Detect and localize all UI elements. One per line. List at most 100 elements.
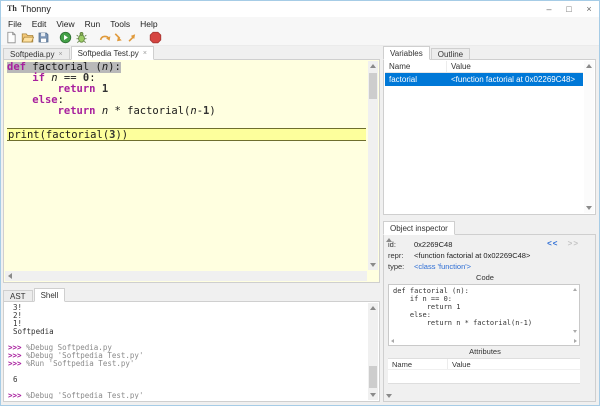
save-icon[interactable] bbox=[37, 31, 50, 44]
menu-item-edit[interactable]: Edit bbox=[27, 19, 52, 29]
minimize-button[interactable]: – bbox=[539, 1, 559, 17]
variables-table-header: NameValue bbox=[385, 61, 583, 73]
editor-vertical-scrollbar[interactable] bbox=[368, 61, 378, 270]
inspector-field: type:<class 'function'> bbox=[388, 261, 582, 272]
close-icon[interactable]: × bbox=[143, 50, 147, 57]
editor-column: Softpedia.py× Softpedia Test.py × def fact… bbox=[3, 46, 380, 402]
tab-label: Object inspector bbox=[390, 224, 448, 233]
editor-line: print(factorial(3)) bbox=[7, 128, 366, 141]
inspector-navigation: << >> bbox=[547, 239, 579, 248]
variable-name: factorial bbox=[385, 73, 447, 86]
menu-item-view[interactable]: View bbox=[51, 19, 79, 29]
main-area: Softpedia.py× Softpedia Test.py × def fact… bbox=[1, 46, 599, 405]
debug-icon[interactable] bbox=[75, 31, 88, 44]
editor-horizontal-scrollbar[interactable] bbox=[5, 271, 367, 281]
window-controls: – □ × bbox=[539, 1, 599, 17]
scroll-down-icon[interactable] bbox=[573, 330, 577, 333]
menu-item-tools[interactable]: Tools bbox=[105, 19, 135, 29]
forward-icon[interactable]: >> bbox=[568, 239, 579, 248]
attributes-table-body bbox=[388, 370, 580, 383]
attributes-table-header: Name Value bbox=[388, 359, 580, 370]
scroll-down-icon[interactable] bbox=[370, 263, 376, 267]
step-out-icon[interactable] bbox=[125, 31, 138, 44]
shell-vertical-scrollbar[interactable] bbox=[368, 303, 378, 400]
attributes-column-name: Name bbox=[388, 359, 448, 369]
code-editor[interactable]: def factorial (n): if n == 0: return 1 e… bbox=[7, 62, 366, 270]
close-button[interactable]: × bbox=[579, 1, 599, 17]
code-editor-panel: def factorial (n): if n == 0: return 1 e… bbox=[3, 59, 380, 283]
inspector-field-value[interactable]: <class 'function'> bbox=[414, 262, 471, 271]
new-file-icon[interactable] bbox=[5, 31, 18, 44]
scroll-down-icon[interactable] bbox=[586, 206, 592, 210]
step-into-icon[interactable] bbox=[112, 31, 125, 44]
menu-item-help[interactable]: Help bbox=[135, 19, 162, 29]
tab-label: AST bbox=[10, 292, 26, 301]
attributes-table: Name Value bbox=[388, 358, 580, 384]
shell-output-text: Softpedia bbox=[8, 327, 54, 336]
scroll-right-icon[interactable] bbox=[574, 339, 577, 343]
scrollbar-thumb[interactable] bbox=[369, 366, 377, 388]
inspector-code[interactable]: def factorial (n): if n == 0: return 1 e… bbox=[393, 287, 569, 335]
tab-object-inspector[interactable]: Object inspector bbox=[383, 221, 455, 235]
menu-bar: FileEditViewRunToolsHelp bbox=[1, 17, 599, 30]
shell-tab-bar: AST Shell bbox=[3, 288, 380, 302]
scroll-up-icon[interactable] bbox=[370, 306, 376, 310]
variables-vertical-scrollbar[interactable] bbox=[584, 61, 594, 213]
menu-item-file[interactable]: File bbox=[3, 19, 27, 29]
step-over-icon[interactable] bbox=[99, 31, 112, 44]
inspector-field-label: repr: bbox=[388, 251, 414, 260]
tab-label: Shell bbox=[41, 291, 59, 300]
tab-panel-variables[interactable]: Variables bbox=[383, 46, 430, 60]
shell-line bbox=[8, 368, 366, 376]
title-bar[interactable]: Th Thonny – □ × bbox=[1, 1, 599, 17]
tab-panel-outline[interactable]: Outline bbox=[431, 48, 470, 60]
variables-panel: NameValuefactorial<function factorial at… bbox=[383, 59, 596, 215]
object-inspector-content: id:0x2269C48repr:<function factorial at … bbox=[388, 239, 582, 398]
scroll-down-icon[interactable] bbox=[386, 394, 392, 398]
code-token: print(factorial( bbox=[8, 129, 109, 141]
shell-line: 3! bbox=[8, 304, 366, 312]
variables-column-name: Name bbox=[385, 61, 447, 72]
stop-icon[interactable] bbox=[149, 31, 162, 44]
code-token: )) bbox=[115, 129, 128, 141]
shell-line: >>> %Debug 'Softpedia Test.py' bbox=[8, 392, 366, 399]
tab-view-shell[interactable]: Shell bbox=[34, 288, 66, 302]
scroll-up-icon[interactable] bbox=[370, 64, 376, 68]
table-row[interactable]: factorial<function factorial at 0x02269C… bbox=[385, 73, 583, 86]
shell-output[interactable]: 3!2!1!Softpedia >>> %Debug Softpedia.py>… bbox=[8, 304, 366, 399]
editor-line bbox=[7, 117, 366, 128]
inspector-code-line: return n * factorial(n-1) bbox=[393, 319, 569, 327]
shell-line: 2! bbox=[8, 312, 366, 320]
shell-line: 6 bbox=[8, 376, 366, 384]
shell-line: Softpedia bbox=[8, 328, 366, 336]
close-icon[interactable]: × bbox=[58, 51, 62, 58]
inspector-code-line: else: bbox=[393, 311, 569, 319]
scrollbar-thumb[interactable] bbox=[369, 73, 377, 99]
scroll-left-icon[interactable] bbox=[8, 273, 12, 279]
shell-command: %Debug 'Softpedia Test.py' bbox=[26, 391, 143, 399]
run-icon[interactable] bbox=[59, 31, 72, 44]
scroll-up-icon[interactable] bbox=[386, 238, 392, 242]
tab-label: Softpedia Test.py bbox=[78, 49, 139, 58]
inspector-field: repr:<function factorial at 0x02269C48> bbox=[388, 250, 582, 261]
back-icon[interactable]: << bbox=[547, 239, 558, 248]
tab-file-softpedia-test-py[interactable]: Softpedia Test.py × bbox=[71, 46, 154, 60]
tab-view-ast[interactable]: AST bbox=[3, 290, 33, 302]
scroll-left-icon[interactable] bbox=[391, 339, 394, 343]
variables-tab-bar: Variables Outline bbox=[383, 46, 596, 60]
inspector-code-line: def factorial (n): bbox=[393, 287, 569, 295]
thonny-window: Th Thonny – □ × FileEditViewRunToolsHelp… bbox=[0, 0, 600, 406]
inspector-field-value: 0x2269C48 bbox=[414, 240, 452, 249]
tab-label: Outline bbox=[438, 50, 463, 59]
scroll-up-icon[interactable] bbox=[586, 64, 592, 68]
shell-command: %Run 'Softpedia Test.py' bbox=[26, 359, 134, 368]
menu-item-run[interactable]: Run bbox=[80, 19, 106, 29]
scroll-up-icon[interactable] bbox=[573, 288, 577, 291]
scroll-down-icon[interactable] bbox=[370, 393, 376, 397]
tab-file-softpedia-py[interactable]: Softpedia.py× bbox=[3, 48, 70, 60]
inspector-tab-bar: Object inspector bbox=[383, 221, 596, 235]
toolbar bbox=[1, 30, 599, 46]
inspector-field-value: <function factorial at 0x02269C48> bbox=[414, 251, 530, 260]
open-folder-icon[interactable] bbox=[21, 31, 34, 44]
maximize-button[interactable]: □ bbox=[559, 1, 579, 17]
